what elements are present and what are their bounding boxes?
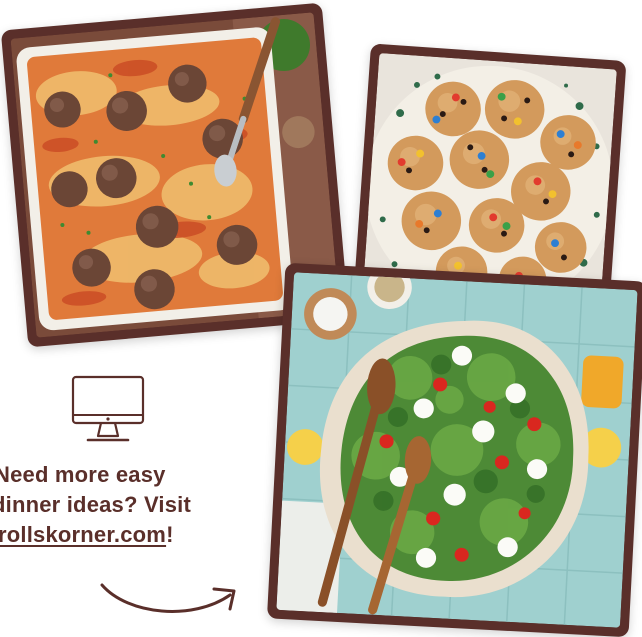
curved-arrow-icon bbox=[100, 583, 236, 613]
salad-photo-card bbox=[266, 262, 642, 637]
call-to-action: Need more easy dinner ideas? Visit rolls… bbox=[0, 460, 260, 550]
monster-cookies-photo bbox=[363, 52, 617, 304]
cta-line-3: rollskorner.com! bbox=[0, 520, 260, 550]
cta-line-1: Need more easy bbox=[0, 462, 166, 487]
computer-monitor-icon bbox=[71, 375, 145, 442]
website-link[interactable]: rollskorner.com bbox=[0, 522, 166, 547]
cta-line-2: dinner ideas? Visit bbox=[0, 492, 192, 517]
caprese-salad-photo bbox=[276, 272, 638, 628]
cta-exclamation: ! bbox=[166, 522, 174, 547]
